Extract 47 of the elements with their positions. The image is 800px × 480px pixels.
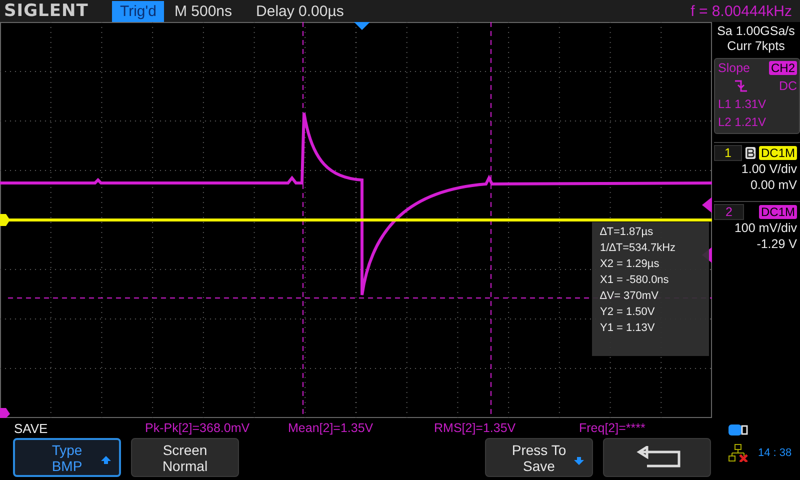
clock-time: 14 : 38 <box>758 447 792 459</box>
falling-edge-icon <box>734 79 748 93</box>
bandwidth-limit-icon <box>744 146 756 160</box>
delay-label: Delay 0.00µs <box>256 2 344 20</box>
channel-marker-icon <box>0 214 10 226</box>
cursor-value: X2 = 1.29µs <box>600 258 660 270</box>
cursor-value: 1/∆T=534.7kHz <box>600 242 677 254</box>
trigger-level: L2 1.21V <box>718 115 768 129</box>
cursor-value: ∆V= 370mV <box>600 290 660 302</box>
cursor-value: Y1 = 1.13V <box>600 322 656 334</box>
up-arrow-icon <box>101 455 111 465</box>
trigger-level: L1 1.31V <box>718 97 768 111</box>
cursor-value: ∆T=1.87µs <box>600 226 654 238</box>
coupling-tag: DC1M <box>758 205 797 219</box>
trigger-status: Trig'd <box>112 0 164 22</box>
softkey-button[interactable]: Press To Save <box>485 438 593 477</box>
measurement-value: Freq[2]=**** <box>579 421 646 435</box>
menu-title: SAVE <box>14 420 49 436</box>
measurement-value: Pk-Pk[2]=368.0mV <box>145 421 251 435</box>
vertical-scale: 1.00 V/div <box>741 161 797 177</box>
measurement-value: Mean[2]=1.35V <box>288 421 374 435</box>
sample-rate: Sa 1.00GSa/s <box>716 24 796 39</box>
softkey-button[interactable]: Screen Normal <box>131 438 239 477</box>
down-arrow-icon <box>574 456 584 466</box>
coupling-tag: DC1M <box>758 146 797 160</box>
trigger-source: CH2 <box>768 61 797 75</box>
channel-number[interactable]: 1 <box>714 145 742 161</box>
vertical-scale: 100 mV/div <box>734 220 797 236</box>
trigger-panel[interactable]: Slope CH2 DC L1 1.31V L2 1.21V <box>714 58 800 134</box>
frequency-label: f = 8.00444kHz <box>690 2 792 20</box>
channel-marker-icon <box>0 408 10 418</box>
cursor-value: X1 = -580.0ns <box>600 274 670 286</box>
trigger-coupling: DC <box>778 79 797 93</box>
trigger-type: Slope <box>718 61 750 75</box>
timebase-label: M 500ns <box>174 2 232 20</box>
vertical-offset: -1.29 V <box>756 236 797 252</box>
vertical-offset: 0.00 mV <box>750 177 797 193</box>
trigger-level-icon <box>702 197 712 213</box>
channel-number[interactable]: 2 <box>714 204 744 220</box>
usb-icon <box>728 424 748 436</box>
back-button[interactable] <box>603 438 711 477</box>
cursor-value: Y2 = 1.50V <box>600 306 656 318</box>
softkey-button[interactable]: Type BMP <box>13 438 121 477</box>
network-disconnected-icon <box>728 444 748 462</box>
measurement-value: RMS[2]=1.35V <box>434 421 517 435</box>
memory-depth: Curr 7kpts <box>726 39 786 54</box>
brand-logo: SIGLENT <box>4 1 90 21</box>
